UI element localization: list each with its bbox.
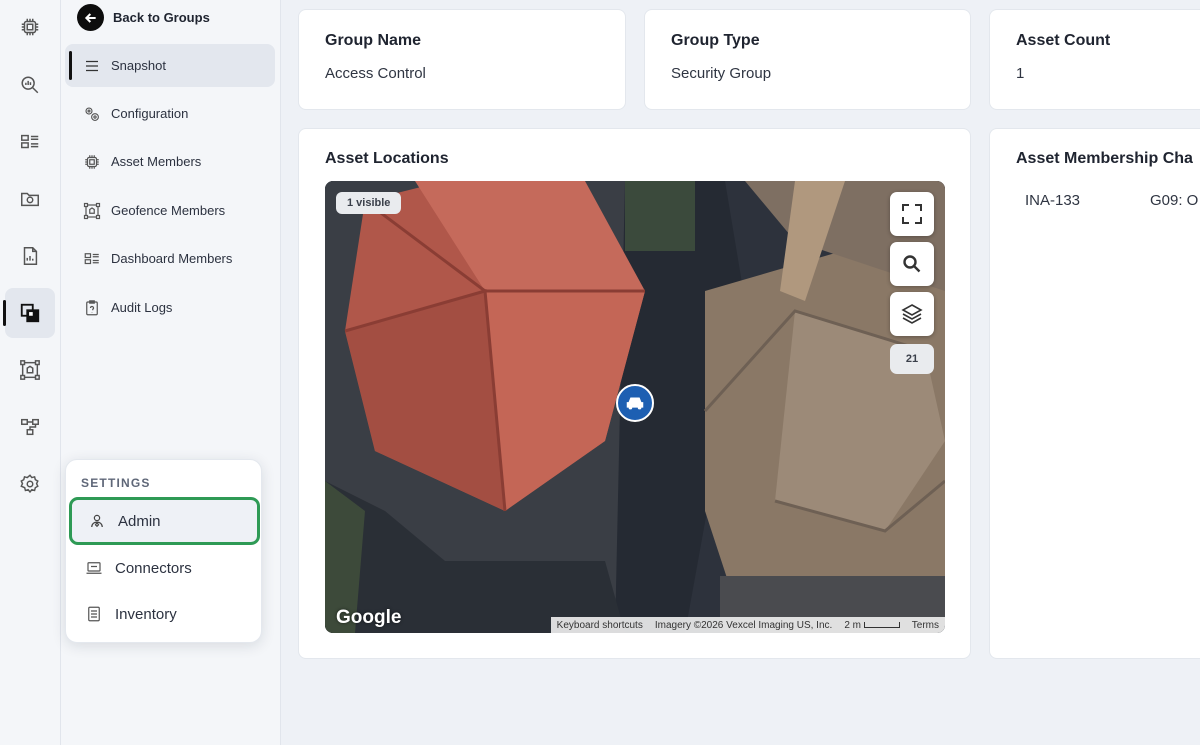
hierarchy-icon [21,418,39,436]
nav-configuration[interactable]: Configuration [65,92,275,135]
report-icon [23,247,38,265]
google-logo: Google [336,607,402,628]
imagery-credit: Imagery ©2026 Vexcel Imaging US, Inc. [654,619,833,631]
group-name-value: Access Control [325,65,426,82]
icon-rail [0,0,61,745]
settings-popup: SETTINGS Admin Connectors Inventory [65,459,262,643]
nav-snapshot[interactable]: Snapshot [65,44,275,87]
chip-icon [21,18,39,36]
asset-count-value: 1 [1016,65,1025,82]
settings-admin-item[interactable]: Admin [69,497,260,545]
settings-item-label: Admin [118,512,161,530]
settings-item-label: Connectors [115,559,192,577]
group-name-card: Group Name Access Control [298,9,626,110]
keyboard-shortcuts-link[interactable]: Keyboard shortcuts [557,620,643,631]
asset-count-card: Asset Count 1 [989,9,1200,110]
settings-heading: SETTINGS [81,476,151,490]
car-icon [626,397,644,410]
fullscreen-button[interactable] [890,192,934,236]
nav-audit-logs[interactable]: Audit Logs [65,286,275,329]
clipboard-icon [86,299,98,315]
analytics-search-icon [21,76,39,94]
settings-item-label: Inventory [115,605,177,623]
settings-gear-icon [20,474,39,494]
dashboard-icon [84,252,99,264]
map-attribution: Keyboard shortcuts Imagery ©2026 Vexcel … [550,617,945,633]
asset-locations-title: Asset Locations [325,150,449,167]
list-icon [86,60,98,71]
asset-count-label: Asset Count [1016,32,1111,49]
nav-asset-members[interactable]: Asset Members [65,140,275,183]
rail-camera-button[interactable] [5,174,55,224]
chip-icon [85,154,99,169]
group-name-label: Group Name [325,32,422,49]
nav-label: Snapshot [111,58,166,73]
gears-icon [85,106,99,121]
rail-settings-button[interactable] [5,459,55,509]
admin-user-icon [91,514,103,528]
rail-analytics-button[interactable] [5,60,55,110]
asset-membership-title: Asset Membership Cha [1016,150,1193,167]
settings-connectors-item[interactable]: Connectors [69,544,260,592]
connector-icon [86,562,102,574]
nav-label: Geofence Members [111,203,226,218]
terms-link[interactable]: Terms [912,620,939,631]
nav-label: Audit Logs [111,300,173,315]
geofence-icon [20,360,40,380]
search-icon [903,255,921,273]
settings-inventory-item[interactable]: Inventory [69,590,260,638]
nav-dashboard-members[interactable]: Dashboard Members [65,237,275,280]
group-type-label: Group Type [671,32,760,49]
rail-groups-button[interactable] [3,288,55,338]
group-type-card: Group Type Security Group [644,9,971,110]
membership-group-label: G09: O [1150,192,1199,209]
geofence-icon [83,202,101,219]
group-type-value: Security Group [671,65,772,82]
dashboard-icon [21,134,39,149]
rail-report-button[interactable] [5,231,55,281]
rail-dashboard-button[interactable] [5,117,55,167]
layers-icon [901,304,923,324]
rail-chip-button[interactable] [5,2,55,52]
scale-bar [863,621,900,628]
map-layers-button[interactable] [890,292,934,336]
rail-hierarchy-button[interactable] [5,402,55,452]
fullscreen-icon [902,204,922,224]
visible-count-badge: 1 visible [336,192,402,214]
groups-icon [20,303,40,323]
arrow-left-icon [77,4,104,31]
camera-folder-icon [21,192,39,207]
nav-label: Configuration [111,106,189,121]
asset-marker[interactable] [616,384,654,422]
rail-geofence-button[interactable] [5,345,55,395]
back-label: Back to Groups [113,10,210,25]
asset-membership-card: Asset Membership Cha INA-133 G09: O [989,128,1200,659]
map-scale: 2 m [844,620,900,631]
zoom-level-badge: 21 [890,344,934,374]
asset-map[interactable]: 1 visible 21 Google Keyboard shortcuts I… [325,181,945,633]
membership-asset-label: INA-133 [1025,192,1081,209]
asset-locations-card: Asset Locations 1 visible 21 Google Keyb… [298,128,971,659]
nav-label: Dashboard Members [111,251,233,266]
inventory-icon [88,606,100,622]
back-to-groups-link[interactable]: Back to Groups [77,4,210,31]
nav-geofence-members[interactable]: Geofence Members [65,189,275,232]
nav-label: Asset Members [111,154,202,169]
map-search-button[interactable] [890,242,934,286]
